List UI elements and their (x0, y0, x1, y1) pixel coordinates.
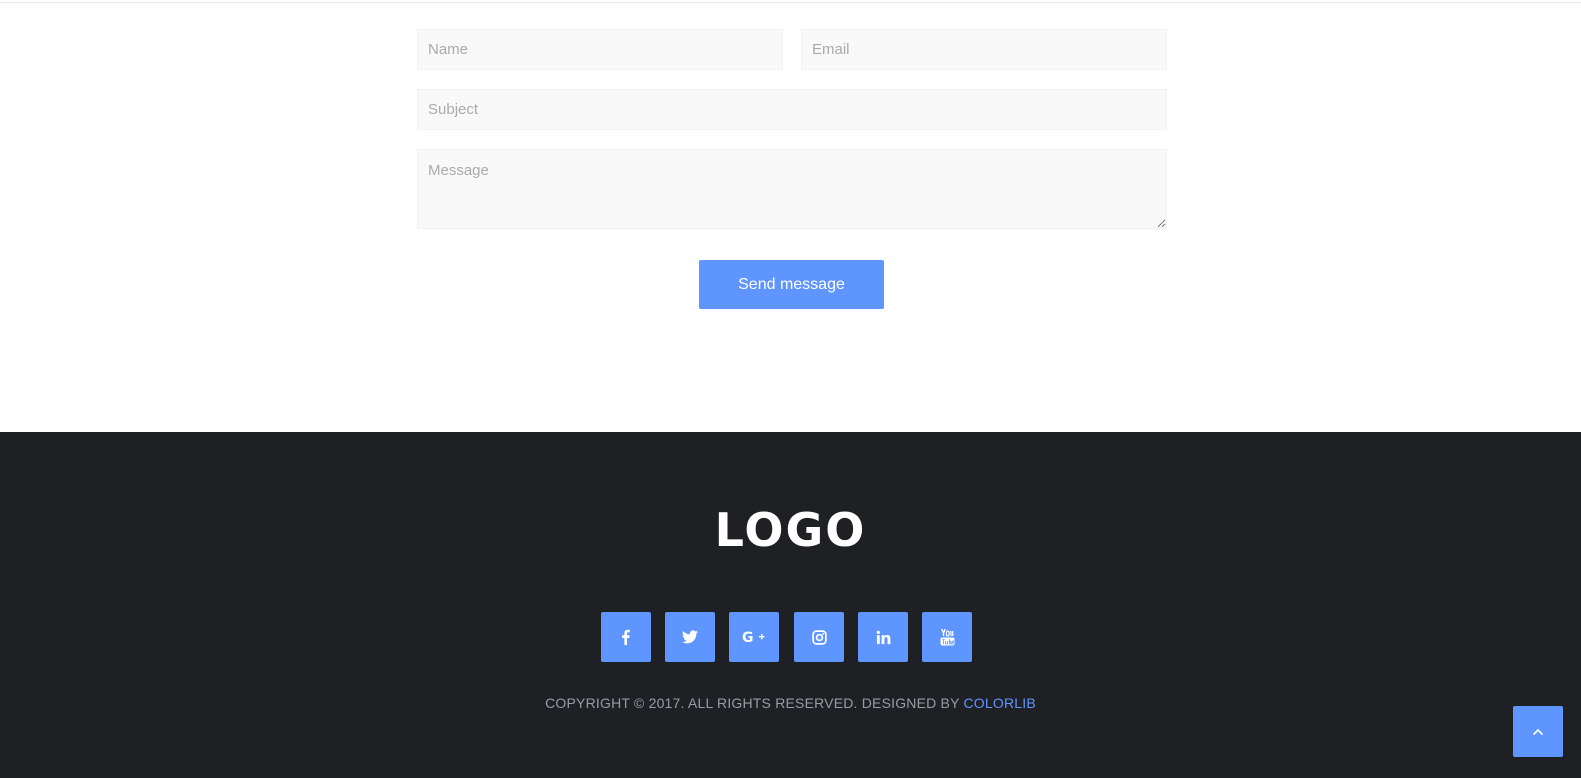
copyright-label: COPYRIGHT © 2017. ALL RIGHTS RESERVED. D… (545, 695, 960, 711)
instagram-link[interactable] (794, 612, 844, 662)
chevron-up-icon (1532, 728, 1544, 735)
instagram-icon (811, 629, 827, 645)
top-divider (0, 2, 1581, 3)
send-message-button[interactable]: Send message (699, 260, 884, 309)
footer-logo[interactable]: LOGO (0, 502, 1581, 558)
linkedin-link[interactable] (858, 612, 908, 662)
copyright-text: COPYRIGHT © 2017. ALL RIGHTS RESERVED. D… (0, 695, 1581, 711)
google-plus-link[interactable]: G (729, 612, 779, 662)
svg-text:G: G (742, 630, 754, 645)
colorlib-link[interactable]: COLORLIB (963, 695, 1035, 711)
facebook-link[interactable] (601, 612, 651, 662)
name-field[interactable] (417, 29, 783, 70)
facebook-icon (622, 629, 630, 645)
google-plus-icon: G (742, 630, 765, 645)
twitter-icon (682, 630, 698, 644)
email-field[interactable] (801, 29, 1167, 70)
twitter-link[interactable] (665, 612, 715, 662)
youtube-link[interactable] (922, 612, 972, 662)
footer: LOGO G COPYRIGHT © 2017. ALL RIGHTS RESE… (0, 432, 1581, 778)
linkedin-icon (876, 630, 890, 644)
message-field[interactable] (417, 149, 1167, 229)
youtube-icon (940, 628, 954, 645)
subject-field[interactable] (417, 89, 1167, 130)
back-to-top-button[interactable] (1513, 706, 1563, 757)
